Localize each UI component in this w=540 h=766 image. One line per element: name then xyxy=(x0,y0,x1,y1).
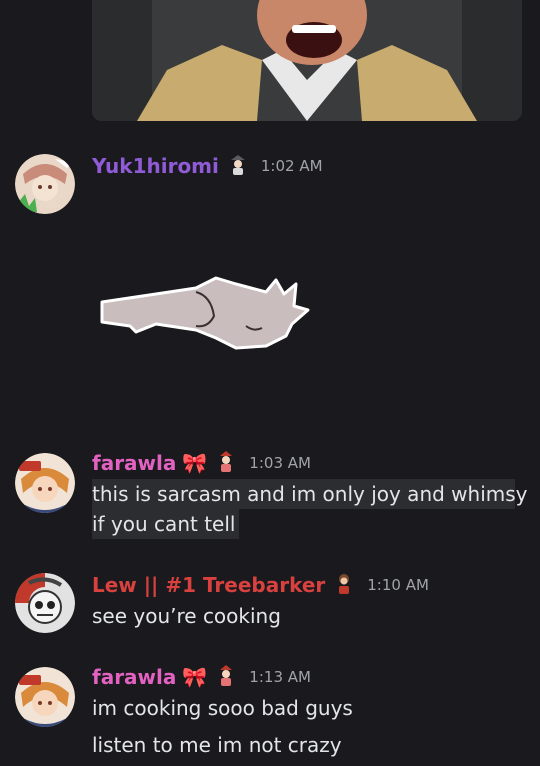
avatar-farawla[interactable] xyxy=(15,453,75,513)
video-attachment[interactable] xyxy=(92,0,522,121)
username-yuk1hiromi[interactable]: Yuk1hiromi xyxy=(92,154,219,178)
username-lew[interactable]: Lew || #1 Treebarker xyxy=(92,573,325,597)
message-line: listen to me im not crazy xyxy=(92,733,342,757)
message-line: see you’re cooking xyxy=(92,604,281,628)
timestamp: 1:03 AM xyxy=(249,454,311,472)
message-line: this is sarcasm and im only joy and whim… xyxy=(92,479,528,509)
bow-emoji: 🎀 xyxy=(182,665,208,689)
role-badge-icon xyxy=(217,664,235,690)
message-line: if you cant tell xyxy=(92,509,240,539)
message-line: im cooking sooo bad guys xyxy=(92,696,353,720)
avatar-yuk1hiromi[interactable] xyxy=(15,154,75,214)
role-badge-icon xyxy=(229,153,247,179)
role-badge-icon xyxy=(217,450,235,476)
role-badge-icon xyxy=(335,572,353,598)
avatar-lew[interactable] xyxy=(15,573,75,633)
sticker-lying-cat[interactable] xyxy=(96,266,316,360)
bow-emoji: 🎀 xyxy=(182,451,208,475)
timestamp: 1:13 AM xyxy=(249,668,311,686)
avatar-farawla[interactable] xyxy=(15,667,75,727)
username-farawla[interactable]: farawla xyxy=(92,665,176,689)
username-farawla[interactable]: farawla xyxy=(92,451,176,475)
video-thumbnail xyxy=(92,0,522,121)
timestamp: 1:02 AM xyxy=(260,157,323,175)
timestamp: 1:10 AM xyxy=(367,576,429,594)
